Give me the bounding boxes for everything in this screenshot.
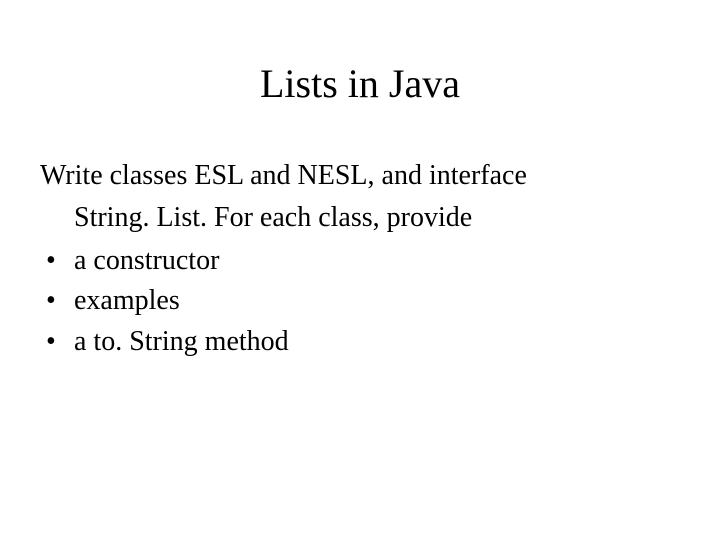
slide-body: Write classes ESL and NESL, and interfac… [40,157,680,362]
list-item: a to. String method [40,322,680,363]
intro-text-line2: String. List. For each class, provide [40,199,680,237]
slide-title: Lists in Java [40,60,680,107]
list-item: a constructor [40,241,680,282]
bullet-list: a constructor examples a to. String meth… [40,241,680,363]
list-item: examples [40,281,680,322]
intro-text-line1: Write classes ESL and NESL, and interfac… [40,157,680,195]
